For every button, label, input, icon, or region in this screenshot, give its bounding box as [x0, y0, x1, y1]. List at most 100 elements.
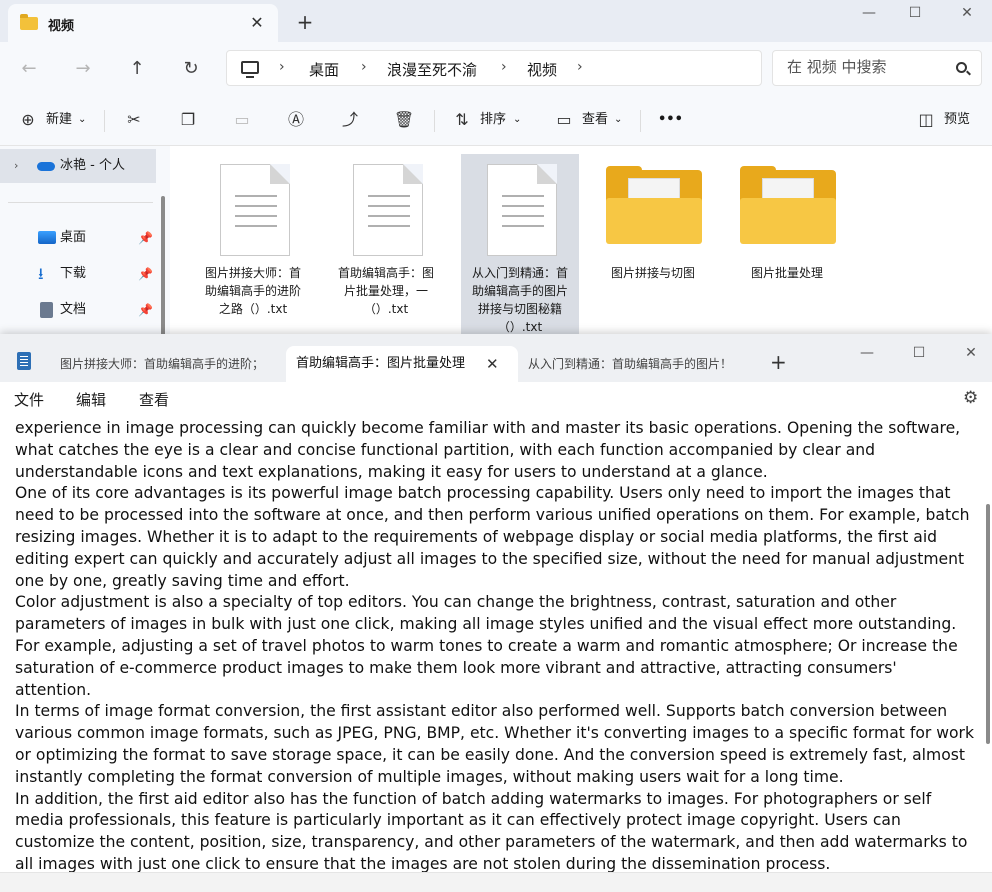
paste-icon[interactable]: ▭ [230, 108, 254, 132]
notepad-tab-1[interactable]: 图片拼接大师：首助编辑高手的进阶； [48, 346, 282, 382]
text-file-icon [353, 164, 423, 256]
text-file-icon [487, 164, 557, 256]
chevron-right-icon[interactable]: › [577, 59, 583, 75]
explorer-body: › 冰艳 - 个人 桌面 📌 ⭳ 下载 📌 文档 📌 图片拼接大师：首助编辑高手… [0, 146, 992, 340]
view-button[interactable]: 查看 [582, 108, 608, 132]
chevron-down-icon: ⌄ [78, 114, 87, 125]
tab-label: 从入门到精通：首助编辑高手的图片！ [528, 357, 733, 371]
folder-item[interactable]: 图片拼接与切图 [594, 154, 712, 340]
copy-icon[interactable]: ❐ [176, 108, 200, 132]
text-editor-area[interactable]: experience in image processing can quick… [15, 418, 977, 872]
forward-button[interactable]: → [68, 54, 98, 84]
nav-item-documents[interactable]: 文档 📌 [0, 293, 156, 327]
gear-icon[interactable]: ⚙ [963, 389, 981, 407]
up-button[interactable]: ↑ [122, 54, 152, 84]
editor-scrollbar[interactable] [986, 504, 990, 744]
close-window-button[interactable]: ✕ [948, 340, 992, 370]
tab-label: 图片拼接大师：首助编辑高手的进阶； [60, 357, 265, 371]
sort-icon[interactable]: ⇅ [450, 108, 474, 132]
status-bar [0, 872, 992, 892]
tab-label: 首助编辑高手：图片批量处理 [296, 356, 466, 371]
breadcrumb-desktop[interactable]: 桌面 [309, 59, 339, 80]
search-input[interactable] [787, 58, 937, 76]
folder-icon [740, 166, 836, 244]
maximize-button[interactable]: ☐ [892, 0, 938, 30]
explorer-tab[interactable]: 视频 ✕ [8, 4, 278, 42]
new-tab-button[interactable]: + [770, 350, 787, 374]
breadcrumb-folder[interactable]: 浪漫至死不渝 [387, 59, 477, 80]
file-name: 图片拼接大师：首助编辑高手的进阶之路（）.txt [204, 266, 301, 316]
pin-icon[interactable]: 📌 [138, 293, 153, 327]
address-bar[interactable]: › 桌面 › 浪漫至死不渝 › 视频 › [226, 50, 762, 86]
command-bar: ⊕ 新建 ⌄ ✂ ❐ ▭ Ⓐ ⤴ 🗑 ⇅ 排序 ⌄ ▭ 查看 ⌄ ••• ◫ 预… [0, 94, 992, 146]
nav-scrollbar[interactable] [161, 196, 165, 336]
sort-button[interactable]: 排序 [480, 108, 506, 132]
chevron-right-icon: › [501, 59, 507, 75]
text-file-icon [220, 164, 290, 256]
new-button[interactable]: 新建 [46, 108, 72, 132]
file-explorer-window: 视频 ✕ + — ☐ ✕ ← → ↑ ↻ › 桌面 › 浪漫至死不渝 › 视频 … [0, 0, 992, 340]
maximize-button[interactable]: ☐ [896, 340, 942, 370]
breadcrumb-video[interactable]: 视频 [527, 59, 557, 80]
nav-item-label: 冰艳 - 个人 [60, 158, 125, 173]
refresh-button[interactable]: ↻ [176, 54, 206, 84]
menu-bar: 文件 编辑 查看 ⚙ [0, 382, 992, 418]
folder-item[interactable]: 图片批量处理 [728, 154, 846, 340]
preview-pane-icon[interactable]: ◫ [914, 108, 938, 132]
nav-item-downloads[interactable]: ⭳ 下载 📌 [0, 257, 156, 291]
pin-icon[interactable]: 📌 [138, 257, 153, 291]
minimize-button[interactable]: — [844, 340, 890, 370]
close-tab-icon[interactable]: ✕ [486, 346, 499, 382]
chevron-right-icon: › [361, 59, 367, 75]
notepad-tab-2-active[interactable]: 首助编辑高手：图片批量处理 ✕ [286, 346, 518, 382]
this-pc-icon [241, 61, 259, 78]
preview-button[interactable]: 预览 [944, 108, 970, 132]
view-icon[interactable]: ▭ [552, 108, 576, 132]
menu-file[interactable]: 文件 [14, 389, 44, 410]
folder-name: 图片批量处理 [750, 266, 823, 280]
pin-icon[interactable]: 📌 [138, 221, 153, 255]
minimize-button[interactable]: — [846, 0, 892, 30]
file-item-txt[interactable]: 首助编辑高手：图片批量处理，一（）.txt [327, 154, 445, 340]
chevron-right-icon: › [279, 59, 285, 75]
chevron-down-icon: ⌄ [513, 114, 522, 125]
chevron-down-icon: ⌄ [614, 114, 623, 125]
download-icon: ⭳ [38, 264, 44, 283]
close-tab-icon[interactable]: ✕ [246, 12, 268, 34]
toolbar-divider [104, 110, 105, 132]
more-options-button[interactable]: ••• [658, 108, 683, 132]
close-window-button[interactable]: ✕ [944, 0, 990, 30]
nav-divider [8, 202, 153, 203]
file-item-txt-selected[interactable]: 从入门到精通：首助编辑高手的图片拼接与切图秘籍（）.txt [461, 154, 579, 340]
back-button[interactable]: ← [14, 54, 44, 84]
nav-item-label: 下载 [60, 266, 87, 281]
menu-view[interactable]: 查看 [139, 389, 169, 410]
nav-item-label: 桌面 [60, 230, 87, 245]
search-icon[interactable] [956, 62, 967, 73]
file-item-txt[interactable]: 图片拼接大师：首助编辑高手的进阶之路（）.txt [194, 154, 312, 340]
trash-icon[interactable]: 🗑 [392, 108, 416, 132]
search-box[interactable] [772, 50, 982, 86]
menu-edit[interactable]: 编辑 [76, 389, 106, 410]
navigation-pane: › 冰艳 - 个人 桌面 📌 ⭳ 下载 📌 文档 📌 [0, 146, 170, 340]
notepad-tab-3[interactable]: 从入门到精通：首助编辑高手的图片！ [518, 346, 754, 382]
chevron-right-icon[interactable]: › [14, 149, 18, 183]
cut-icon[interactable]: ✂ [122, 108, 146, 132]
documents-icon [40, 302, 53, 318]
cloud-icon [37, 162, 55, 171]
file-name: 从入门到精通：首助编辑高手的图片拼接与切图秘籍（）.txt [471, 266, 568, 334]
notepad-tab-bar: 图片拼接大师：首助编辑高手的进阶； 首助编辑高手：图片批量处理 ✕ 从入门到精通… [0, 334, 992, 382]
share-icon[interactable]: ⤴ [338, 108, 362, 132]
nav-item-desktop[interactable]: 桌面 📌 [0, 221, 156, 255]
folder-icon [606, 166, 702, 244]
explorer-tab-bar: 视频 ✕ + — ☐ ✕ [0, 0, 992, 42]
explorer-tab-title: 视频 [48, 19, 75, 34]
new-tab-button[interactable]: + [293, 10, 317, 34]
notepad-app-icon [17, 352, 31, 370]
desktop-icon [38, 231, 56, 244]
nav-item-onedrive[interactable]: › 冰艳 - 个人 [0, 149, 156, 183]
plus-circle-icon[interactable]: ⊕ [16, 108, 40, 132]
rename-icon[interactable]: Ⓐ [284, 108, 308, 132]
folder-icon [20, 14, 38, 30]
folder-name: 图片拼接与切图 [610, 266, 695, 280]
